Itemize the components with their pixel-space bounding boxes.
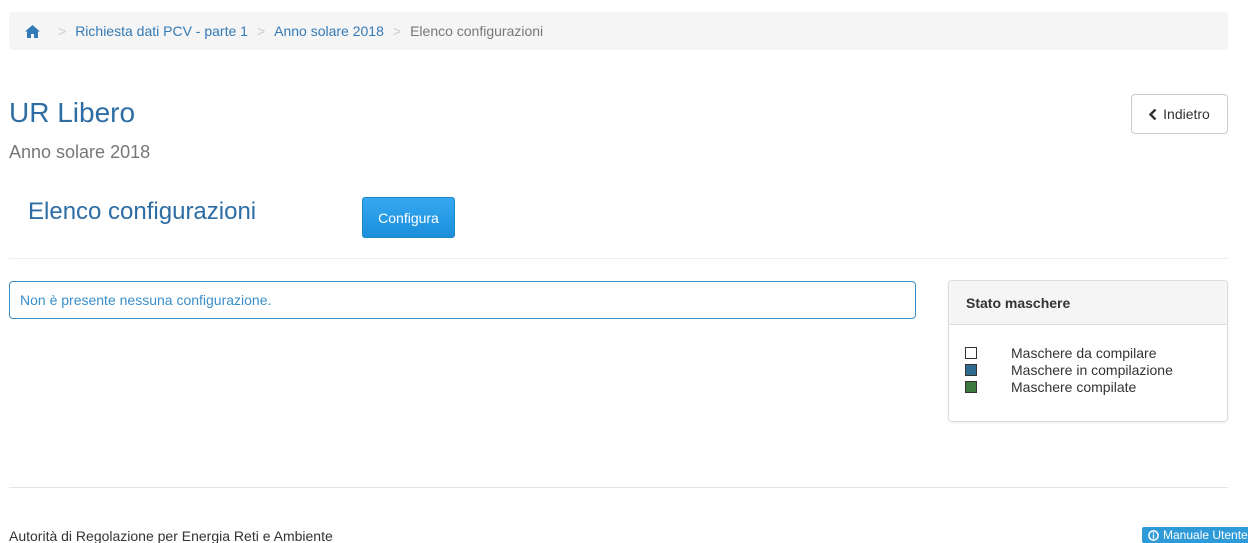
legend-label: Maschere in compilazione: [1011, 361, 1173, 378]
footer-org: Autorità di Regolazione per Energia Reti…: [9, 528, 333, 543]
breadcrumb-current: Elenco configurazioni: [410, 23, 544, 39]
page-title: UR Libero: [9, 97, 136, 128]
chevron-left-icon: [1149, 108, 1157, 120]
section-title: Elenco configurazioni: [28, 198, 257, 225]
manual-button[interactable]: Manuale Utente: [1142, 527, 1248, 543]
breadcrumb-separator: >: [58, 23, 67, 39]
legend-label: Maschere da compilare: [1011, 344, 1157, 361]
breadcrumb-link-richiesta[interactable]: Richiesta dati PCV - parte 1: [75, 23, 248, 39]
configure-button[interactable]: Configura: [362, 197, 455, 238]
home-icon[interactable]: [25, 24, 40, 38]
manual-button-label: Manuale Utente: [1163, 528, 1248, 542]
swatch-da-compilare: [965, 346, 977, 359]
info-icon: [1148, 529, 1159, 541]
swatch-in-compilazione: [965, 363, 977, 376]
legend-panel: Stato maschere Maschere da compilare Mas…: [948, 280, 1228, 422]
back-button[interactable]: Indietro: [1131, 94, 1228, 134]
legend-label: Maschere compilate: [1011, 378, 1137, 395]
legend-body: Maschere da compilare Maschere in compil…: [949, 325, 1227, 395]
footer-divider: [9, 487, 1228, 488]
page: > Richiesta dati PCV - parte 1 > Anno so…: [0, 0, 1248, 543]
legend-title: Stato maschere: [949, 281, 1227, 325]
breadcrumb-separator: >: [392, 23, 402, 39]
legend-item: Maschere in compilazione: [965, 361, 1227, 378]
legend-item: Maschere da compilare: [965, 344, 1227, 361]
swatch-compilate: [965, 380, 977, 393]
breadcrumb-link-anno[interactable]: Anno solare 2018: [274, 23, 384, 39]
breadcrumb-separator: >: [256, 23, 266, 39]
breadcrumb: > Richiesta dati PCV - parte 1 > Anno so…: [9, 12, 1228, 50]
legend-item: Maschere compilate: [965, 378, 1227, 395]
back-button-label: Indietro: [1163, 106, 1210, 122]
page-subtitle: Anno solare 2018: [9, 142, 151, 162]
divider: [9, 258, 1228, 259]
empty-alert: Non è presente nessuna configurazione.: [9, 281, 916, 319]
